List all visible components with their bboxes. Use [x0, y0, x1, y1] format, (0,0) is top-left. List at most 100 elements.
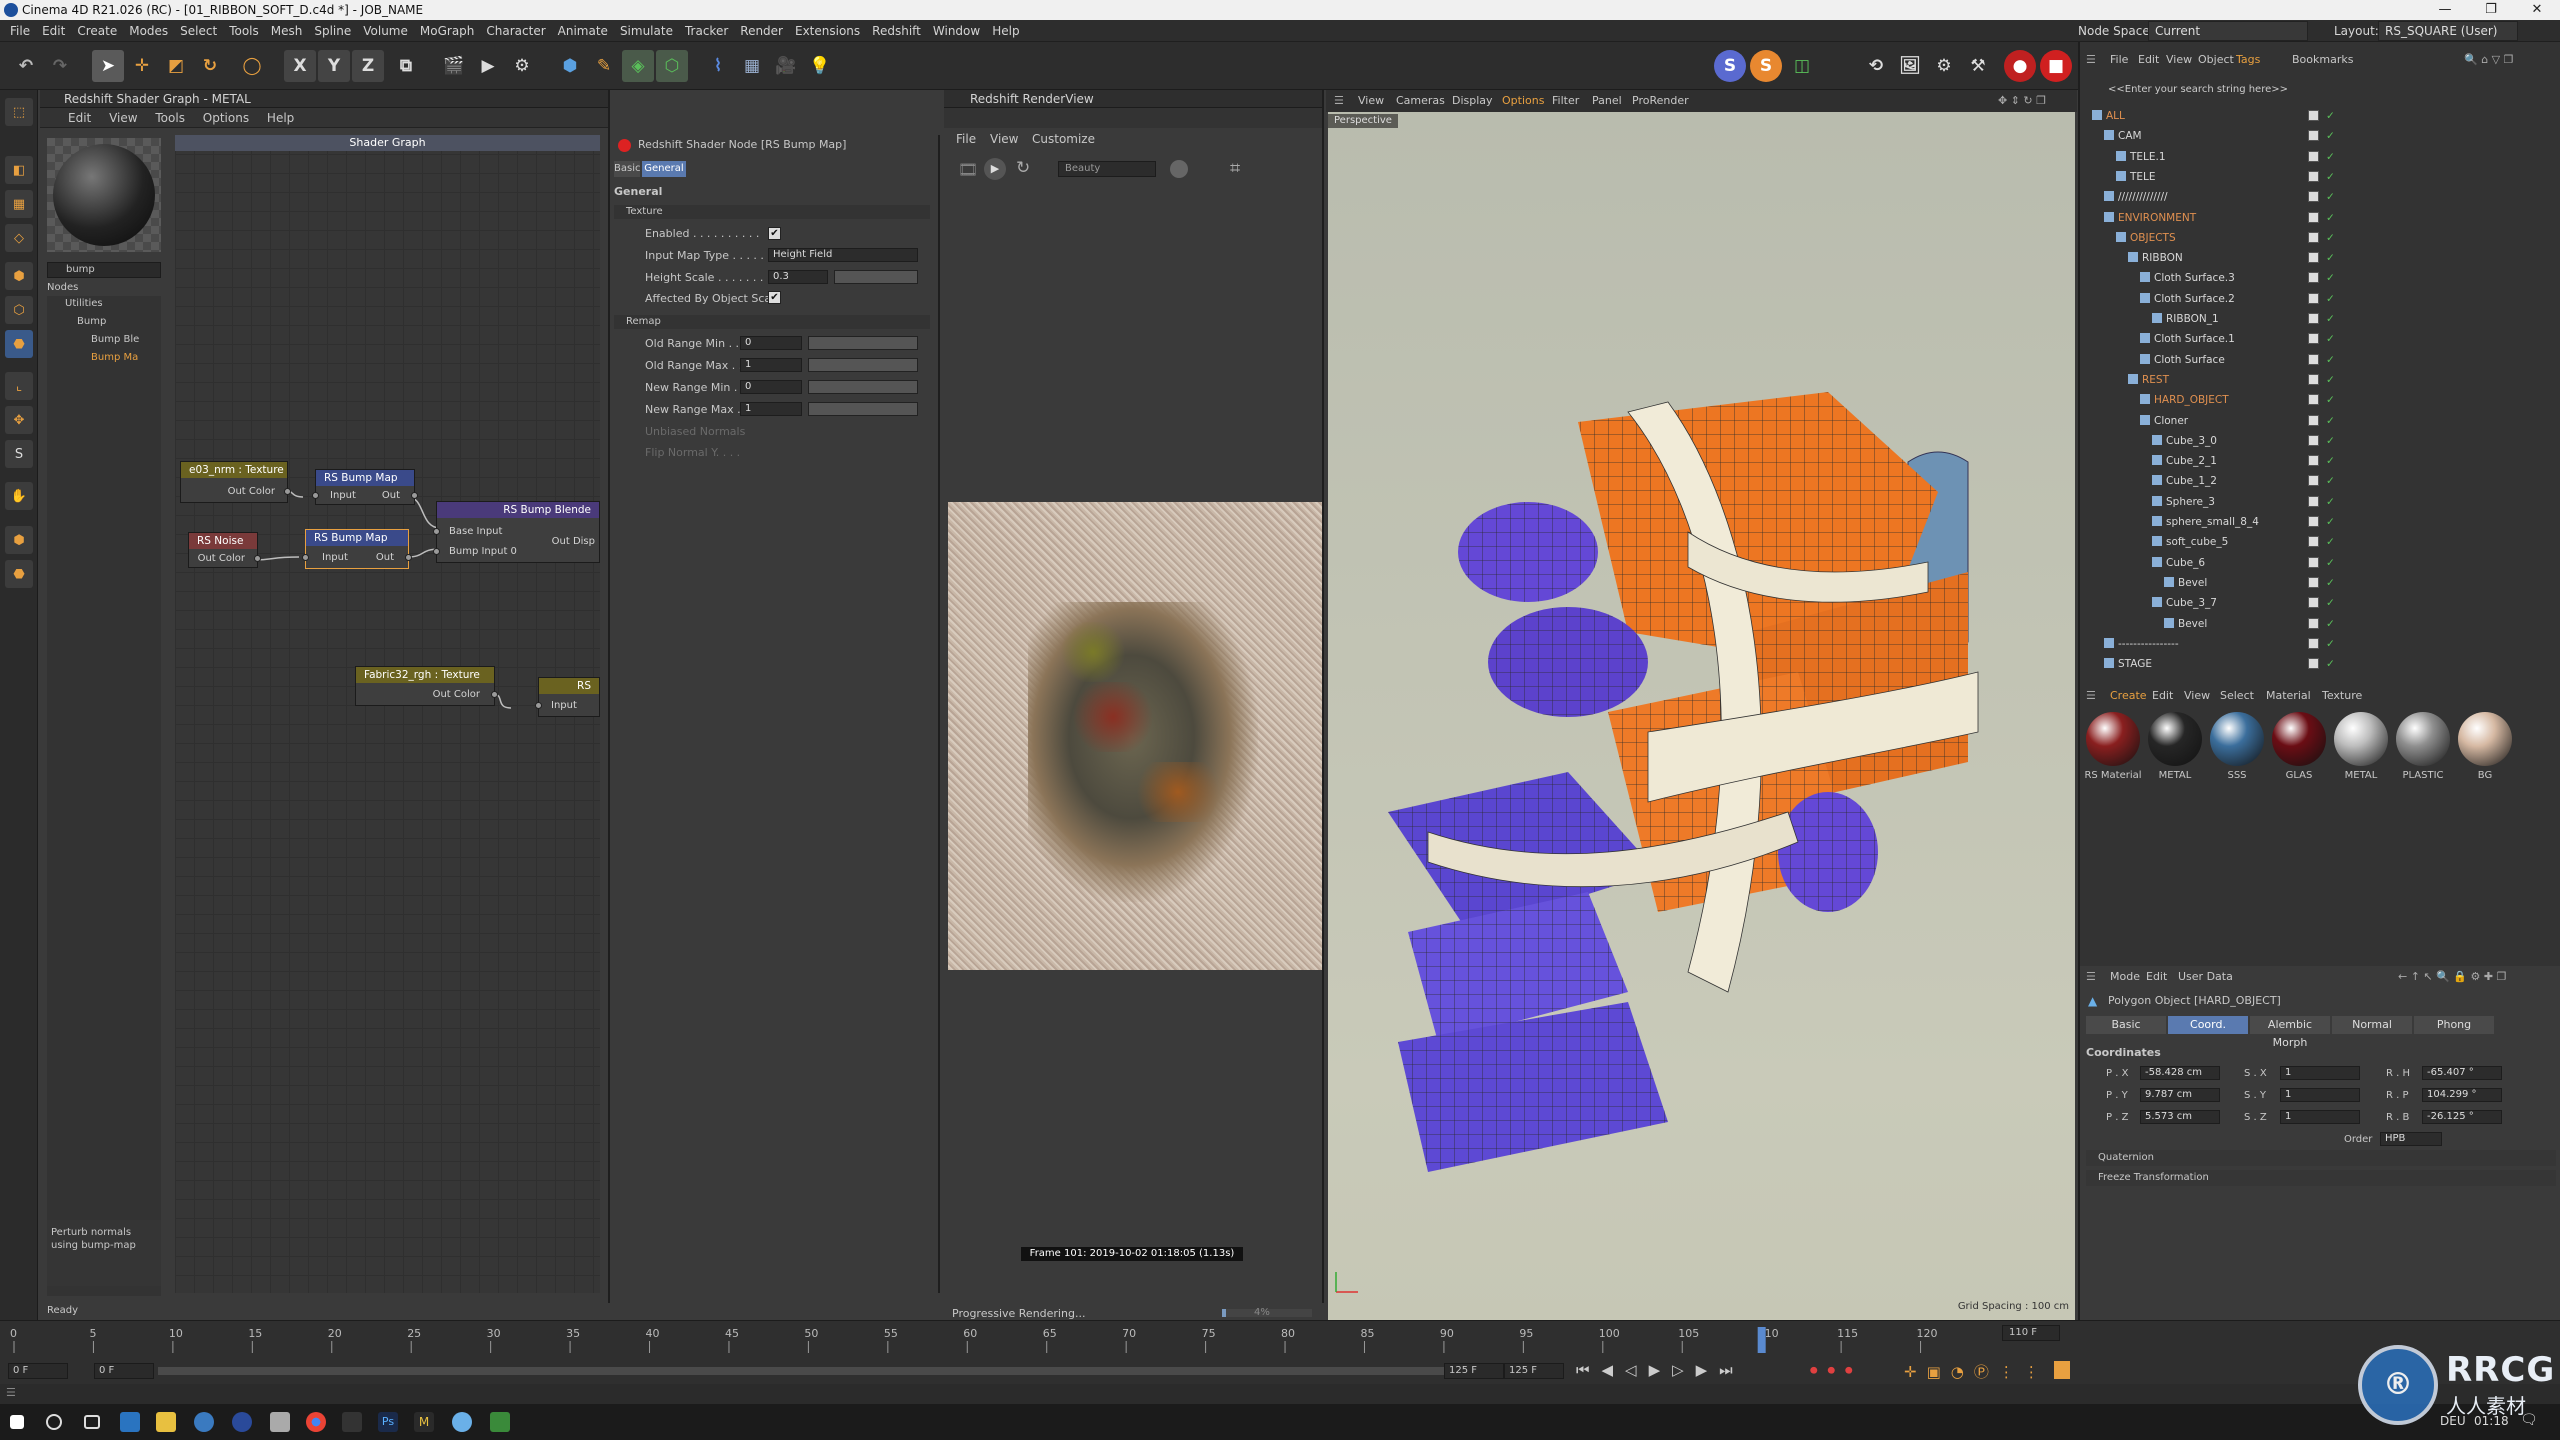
visibility-check-icon[interactable]: ✓ [2326, 106, 2335, 126]
app-icon[interactable] [342, 1412, 362, 1432]
menu-select[interactable]: Select [174, 20, 223, 42]
menu-mograph[interactable]: MoGraph [414, 20, 481, 42]
maximize-button[interactable]: ❐ [2468, 0, 2514, 20]
menu-extensions[interactable]: Extensions [789, 20, 866, 42]
rotate-tool-icon[interactable]: ↻ [194, 50, 226, 82]
visibility-check-icon[interactable]: ✓ [2326, 350, 2335, 370]
tree-item-bump-map[interactable]: Bump Ma [91, 352, 138, 363]
tab-normal[interactable]: Normal [2332, 1016, 2412, 1034]
group-remap[interactable]: Remap [614, 315, 930, 329]
object-layer-swatch[interactable] [2308, 637, 2319, 649]
redo-icon[interactable]: ↷ [44, 50, 76, 82]
menu-simulate[interactable]: Simulate [614, 20, 679, 42]
visibility-check-icon[interactable]: ✓ [2326, 634, 2335, 654]
edges-mode-icon[interactable]: ⬡ [5, 296, 33, 324]
visibility-check-icon[interactable]: ✓ [2326, 187, 2335, 207]
object-layer-swatch[interactable] [2308, 353, 2319, 365]
menu-render[interactable]: Render [734, 20, 789, 42]
object-search-input[interactable]: <<Enter your search string here>> [2108, 82, 2548, 98]
render-view-icon[interactable]: ▶ [472, 50, 504, 82]
timeline-ruler[interactable]: 0 5 10 15 20 25 30 35 40 45 50 55 60 65 70 75 80 85 90 95 10… [0, 1321, 2060, 1361]
object-layer-swatch[interactable] [2308, 597, 2319, 609]
object-menu-icon[interactable]: ☰ [2086, 50, 2096, 70]
object-row[interactable]: ENVIRONMENT ✓ [2080, 208, 2540, 228]
enabled-checkbox[interactable]: ✔ [768, 227, 781, 240]
old-range-max-slider[interactable] [808, 358, 918, 372]
object-row[interactable]: RIBBON ✓ [2080, 248, 2540, 268]
py-field[interactable]: 9.787 cm [2140, 1088, 2220, 1102]
object-row[interactable]: soft_cube_5 ✓ [2080, 532, 2540, 552]
menu-edit[interactable]: Edit [36, 20, 71, 42]
visibility-check-icon[interactable]: ✓ [2326, 492, 2335, 512]
snapshot-icon[interactable]: 🎞 [958, 160, 978, 179]
task-view-icon[interactable] [84, 1415, 100, 1429]
sx-field[interactable]: 1 [2280, 1066, 2360, 1080]
object-menu-bookmarks[interactable]: Bookmarks [2292, 50, 2353, 70]
visibility-check-icon[interactable]: ✓ [2326, 370, 2335, 390]
object-row[interactable]: HARD_OBJECT ✓ [2080, 390, 2540, 410]
visibility-check-icon[interactable]: ✓ [2326, 553, 2335, 573]
model-mode-icon[interactable]: ◧ [5, 156, 33, 184]
node-rs-bump-blender[interactable]: RS Bump Blende Base Input Bump Input 0 O… [433, 501, 600, 563]
cinema4d-r21-icon[interactable] [194, 1412, 214, 1432]
new-range-min-slider[interactable] [808, 380, 918, 394]
visibility-check-icon[interactable]: ✓ [2326, 573, 2335, 593]
m-app-icon[interactable]: M [414, 1412, 434, 1432]
old-range-min-slider[interactable] [808, 336, 918, 350]
visibility-check-icon[interactable]: ✓ [2326, 147, 2335, 167]
start-render-icon[interactable]: ▶ [984, 158, 1006, 180]
browser-icon[interactable] [452, 1412, 472, 1432]
menu-animate[interactable]: Animate [552, 20, 614, 42]
close-button[interactable]: ✕ [2514, 0, 2560, 20]
object-row[interactable]: ALL ✓ [2080, 106, 2540, 126]
old-range-max-field[interactable]: 1 [740, 358, 802, 372]
visibility-check-icon[interactable]: ✓ [2326, 593, 2335, 613]
node-rs-bump-map-1[interactable]: RS Bump Map Input Out [312, 469, 418, 505]
shader-menu-tools[interactable]: Tools [155, 111, 185, 125]
z-axis-lock-button[interactable]: Z [352, 50, 384, 82]
menu-tracker[interactable]: Tracker [679, 20, 734, 42]
visibility-check-icon[interactable]: ✓ [2326, 431, 2335, 451]
object-layer-swatch[interactable] [2308, 576, 2319, 588]
viewport-nav-icons[interactable]: ✥ ⇕ ↻ ❐ [1998, 90, 2046, 112]
menu-character[interactable]: Character [480, 20, 551, 42]
visibility-check-icon[interactable]: ✓ [2326, 309, 2335, 329]
planar-workplane-icon[interactable]: ⬣ [5, 560, 33, 588]
object-menu-edit[interactable]: Edit [2138, 50, 2159, 70]
visibility-check-icon[interactable]: ✓ [2326, 248, 2335, 268]
redshift-feedback-icon[interactable]: ⚒ [1962, 50, 1994, 82]
menu-create[interactable]: Create [71, 20, 123, 42]
old-range-min-field[interactable]: 0 [740, 336, 802, 350]
visibility-check-icon[interactable]: ✓ [2326, 532, 2335, 552]
mail-icon[interactable] [270, 1412, 290, 1432]
node-rs-partial[interactable]: RS Input [535, 677, 600, 717]
visibility-check-icon[interactable]: ✓ [2326, 126, 2335, 146]
visibility-check-icon[interactable]: ✓ [2326, 329, 2335, 349]
object-row[interactable]: Bevel ✓ [2080, 573, 2540, 593]
visibility-check-icon[interactable]: ✓ [2326, 390, 2335, 410]
tweak-mode-icon[interactable]: ✥ [5, 406, 33, 434]
undo-icon[interactable]: ↶ [10, 50, 42, 82]
visibility-check-icon[interactable]: ✓ [2326, 451, 2335, 471]
viewport-menu-panel[interactable]: Panel [1592, 90, 1622, 112]
viewport-menu-display[interactable]: Display [1452, 90, 1493, 112]
port-dot[interactable] [433, 528, 440, 535]
deformer-icon[interactable]: ⌇ [702, 50, 734, 82]
windows-start-icon[interactable] [10, 1415, 24, 1429]
tab-basic[interactable]: Basic [2086, 1016, 2166, 1034]
object-layer-swatch[interactable] [2308, 211, 2319, 223]
camera-icon[interactable]: 🎥 [770, 50, 802, 82]
node-rs-bump-map-2[interactable]: RS Bump Map Input Out [302, 529, 412, 569]
cinema4d-taskbar-icon[interactable] [120, 1412, 140, 1432]
search-icon[interactable] [46, 1414, 62, 1430]
object-layer-swatch[interactable] [2308, 150, 2319, 162]
visibility-check-icon[interactable]: ✓ [2326, 228, 2335, 248]
redshift-logo-icon[interactable]: ● [2004, 50, 2036, 82]
snap-settings-icon[interactable]: S [1750, 50, 1782, 82]
object-row[interactable]: RIBBON_1 ✓ [2080, 309, 2540, 329]
shader-menu-edit[interactable]: Edit [68, 111, 91, 125]
visibility-check-icon[interactable]: ✓ [2326, 208, 2335, 228]
viewport-menu-prorender[interactable]: ProRender [1632, 90, 1689, 112]
menu-redshift[interactable]: Redshift [866, 20, 927, 42]
texture-mode-icon[interactable]: ▦ [5, 190, 33, 218]
